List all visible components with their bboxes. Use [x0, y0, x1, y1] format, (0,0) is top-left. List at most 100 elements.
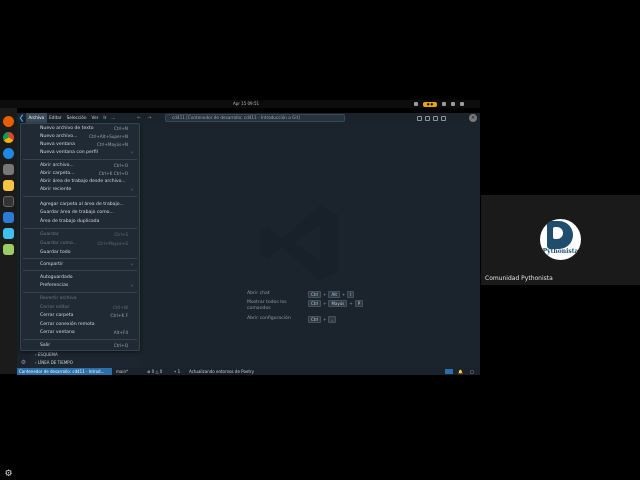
indicator-badge[interactable]: ● ● [423, 101, 437, 107]
submenu-arrow-icon: › [131, 283, 133, 289]
toggle-sidebar-icon[interactable] [417, 115, 422, 121]
menu-item-new-window-profile[interactable]: Nueva ventana con perfil › [21, 149, 139, 157]
branch-indicator[interactable]: main* [116, 368, 128, 375]
menu-item-revert-file[interactable]: Revertir archivo [21, 295, 139, 303]
desktop-clock[interactable]: Apr 15 09:51 [226, 101, 266, 106]
toggle-secondary-sidebar-icon[interactable] [433, 115, 438, 121]
command-center[interactable]: cd411 [Contenedor de desarrollo: cd411 -… [165, 114, 345, 122]
menu-seleccion[interactable]: Selección [64, 113, 89, 123]
back-arrow-icon[interactable]: ← [137, 113, 141, 123]
menu-separator [23, 258, 137, 259]
vscode-watermark-icon [260, 205, 338, 281]
manage-gear-icon[interactable]: ⚙ [20, 359, 27, 366]
menu-separator [23, 228, 137, 229]
menu-item-open-recent[interactable]: Abrir reciente › [21, 186, 139, 194]
bell-icon[interactable]: 🔔 [458, 368, 463, 375]
participant-name: Comunidad Pythonista [485, 275, 553, 282]
key-cap: Ctrl [308, 316, 322, 323]
terminal-icon[interactable] [3, 196, 14, 207]
volume-icon[interactable] [451, 102, 455, 106]
ports-indicator[interactable]: ⑂ 1 [174, 368, 180, 375]
menu-item-new-file[interactable]: Nuevo archivo... Ctrl+Alt+Super+N [21, 133, 139, 141]
desktop-dock: ⚙ [0, 108, 17, 479]
submenu-arrow-icon: › [131, 187, 133, 193]
menu-item-open-folder[interactable]: Abrir carpeta... Ctrl+K Ctrl+O [21, 170, 139, 178]
menu-item-new-window[interactable]: Nueva ventana Ctrl+Mayús+N [21, 141, 139, 149]
files-icon[interactable] [3, 164, 14, 175]
key-cap: Mayús [328, 300, 348, 307]
menu-item-close-folder[interactable]: Cerrar carpeta Ctrl+K F [21, 312, 139, 320]
menu-item-duplicate-workspace[interactable]: Área de trabajo duplicada [21, 218, 139, 226]
editor-area: Abrir chat Ctrl + Alt + I Mostrar todos lo… [140, 123, 480, 368]
file-menu-dropdown: Nuevo archivo de texto Ctrl+N Nuevo archi… [20, 123, 140, 351]
key-cap: Ctrl [308, 300, 322, 307]
menu-item-save-all[interactable]: Guardar todo [21, 249, 139, 257]
remote-indicator[interactable]: Contenedor de desarrollo: cd411 - Introd… [17, 368, 112, 375]
power-icon[interactable] [460, 102, 464, 106]
outline-section[interactable]: › ESQUEMA [35, 352, 58, 357]
problems-indicator[interactable]: ⊗ 0 △ 0 [147, 368, 162, 375]
chrome-icon[interactable] [3, 132, 14, 143]
status-bar: Contenedor de desarrollo: cd411 - Introd… [17, 368, 480, 375]
menu-item-save[interactable]: Guardar Ctrl+S [21, 231, 139, 239]
app-store-icon[interactable] [3, 228, 14, 239]
keybinding: Ctrl + , [308, 316, 336, 323]
menu-ver[interactable]: Ver [89, 113, 101, 123]
notifications-icon[interactable]: ▢ [470, 368, 474, 375]
desktop-top-bar: Apr 15 09:51 ● ● [0, 100, 480, 108]
show-apps-icon[interactable]: ⚙ [3, 469, 14, 480]
keybinding: Ctrl + Mayús + P [308, 300, 364, 307]
menu-item-close-editor[interactable]: Cerrar editor Ctrl+W [21, 304, 139, 312]
menu-separator [23, 270, 137, 271]
recycle-icon[interactable] [3, 244, 14, 255]
forward-arrow-icon[interactable]: → [147, 113, 151, 123]
folder-icon[interactable] [3, 180, 14, 191]
hint-label: Abrir configuración [247, 316, 291, 321]
menu-item-open-workspace[interactable]: Abrir área de trabajo desde archivo... [21, 178, 139, 186]
navigation-arrows: ← → [137, 113, 151, 123]
menu-editar[interactable]: Editar [47, 113, 64, 123]
task-progress[interactable]: Actualizando entornos de Poetry [189, 368, 254, 375]
key-cap: P [354, 300, 364, 307]
toggle-panel-icon[interactable] [425, 115, 430, 121]
menu-item-autosave[interactable]: Autoguardado [21, 274, 139, 282]
key-cap: I [347, 291, 355, 298]
firefox-icon[interactable] [3, 116, 14, 127]
pythonista-logo: Pythonista [540, 219, 581, 260]
menu-item-share[interactable]: Compartir › [21, 261, 139, 269]
menu-item-save-workspace-as[interactable]: Guardar área de trabajo como... [21, 209, 139, 217]
menu-item-close-window[interactable]: Cerrar ventana Alt+F4 [21, 329, 139, 337]
menu-item-preferences[interactable]: Preferencias › [21, 282, 139, 290]
menu-separator [23, 292, 137, 293]
customize-layout-icon[interactable] [441, 115, 446, 121]
menu-ir[interactable]: Ir [101, 113, 109, 123]
menu-item-add-folder[interactable]: Agregar carpeta al área de trabajo... [21, 201, 139, 209]
title-bar: ❮ Archivo Editar Selección Ver Ir ... ← … [17, 113, 480, 123]
vscode-dock-icon[interactable] [3, 212, 14, 223]
submenu-arrow-icon: › [131, 262, 133, 268]
timeline-section[interactable]: › LÍNEA DE TIEMPO [35, 360, 73, 365]
submenu-arrow-icon: › [131, 150, 133, 156]
menu-item-save-as[interactable]: Guardar como... Ctrl+Mayús+S [21, 240, 139, 248]
window-close-icon[interactable]: × [469, 114, 477, 122]
menu-item-new-text-file[interactable]: Nuevo archivo de texto Ctrl+N [21, 125, 139, 133]
network-icon[interactable] [442, 102, 446, 106]
thunderbird-icon[interactable] [3, 148, 14, 159]
copilot-icon[interactable] [445, 369, 453, 374]
system-tray-icon[interactable] [414, 102, 418, 106]
key-cap: , [328, 316, 336, 323]
logo-wordmark: Pythonista [542, 248, 579, 255]
participant-tile[interactable]: Pythonista Comunidad Pythonista [481, 195, 640, 285]
menu-separator [23, 159, 137, 160]
menu-archivo[interactable]: Archivo [26, 113, 47, 123]
menu-item-close-remote[interactable]: Cerrar conexión remota [21, 321, 139, 329]
menu-item-exit[interactable]: Salir Ctrl+Q [21, 342, 139, 350]
menu-item-open-file[interactable]: Abrir archivo... Ctrl+O [21, 162, 139, 170]
menu-bar: ❮ Archivo Editar Selección Ver Ir ... [17, 113, 118, 123]
keybinding: Ctrl + Alt + I [308, 291, 355, 298]
desktop-status-area[interactable]: ● ● [414, 100, 464, 108]
menu-more[interactable]: ... [109, 113, 118, 123]
hint-label: Abrir chat [247, 291, 270, 296]
key-cap: Alt [328, 291, 340, 298]
hint-label: Mostrar todos los comandos [247, 300, 287, 311]
